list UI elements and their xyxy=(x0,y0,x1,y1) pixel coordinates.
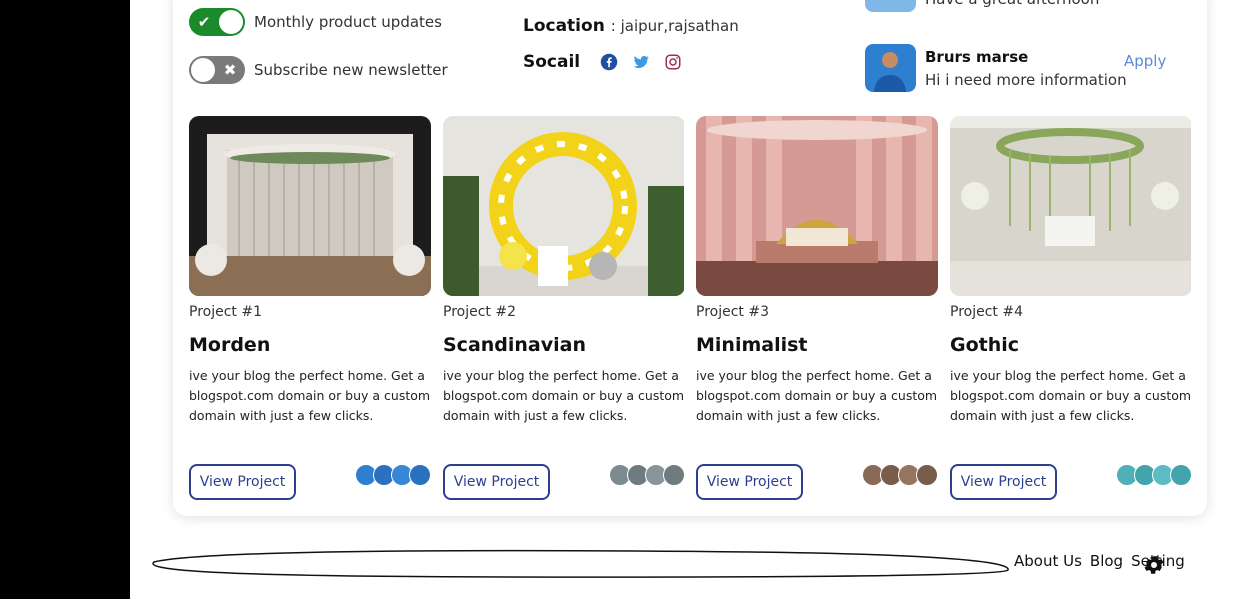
toggle-label: Subscribe new newsletter xyxy=(254,61,448,79)
footer-decoration xyxy=(152,549,1009,578)
project-image xyxy=(696,116,938,296)
project-number: Project #3 xyxy=(696,304,769,320)
conversation-name: Brurs marse xyxy=(925,48,1029,66)
project-image xyxy=(189,116,431,296)
project-description: ive your blog the perfect home. Get a bl… xyxy=(189,368,431,423)
toggle-switch-on[interactable]: ✔ xyxy=(189,8,245,36)
toggle-switch-off[interactable]: ✖ xyxy=(189,56,245,84)
project-description: ive your blog the perfect home. Get a bl… xyxy=(696,368,938,423)
conversation-message: Hi i need more information xyxy=(925,71,1127,89)
conversation-message-partial: Have a great afternoon xyxy=(925,0,1099,8)
project-card: Project #4 Gothic ive your blog the perf… xyxy=(950,116,1192,500)
location-row: Location : jaipur,rajsathan xyxy=(523,16,739,36)
project-image xyxy=(443,116,685,296)
project-number: Project #4 xyxy=(950,304,1023,320)
toggle-monthly-updates[interactable]: ✔ Monthly product updates xyxy=(189,8,442,36)
project-number: Project #1 xyxy=(189,304,262,320)
facebook-icon[interactable] xyxy=(600,53,618,71)
footer-link-blog[interactable]: Blog xyxy=(1090,552,1123,570)
instagram-icon[interactable] xyxy=(664,53,682,71)
apply-link[interactable]: Apply xyxy=(1124,52,1166,70)
view-project-button[interactable]: View Project xyxy=(189,464,296,500)
project-title: Scandinavian xyxy=(443,334,587,356)
project-description: ive your blog the perfect home. Get a bl… xyxy=(443,368,685,423)
location-value: : jaipur,rajsathan xyxy=(610,17,739,35)
view-project-button[interactable]: View Project xyxy=(696,464,803,500)
check-icon: ✔ xyxy=(197,13,211,31)
project-title: Morden xyxy=(189,334,271,356)
avatar xyxy=(409,464,431,486)
project-card: Project #2 Scandinavian ive your blog th… xyxy=(443,116,685,500)
team-avatars xyxy=(609,464,685,486)
project-title: Gothic xyxy=(950,334,1020,356)
left-sidebar xyxy=(0,0,130,599)
footer-link-about[interactable]: About Us xyxy=(1014,552,1082,570)
toggle-label: Monthly product updates xyxy=(254,13,442,31)
team-avatars xyxy=(1116,464,1192,486)
project-image xyxy=(950,116,1192,296)
avatar xyxy=(1170,464,1192,486)
social-row: Socail xyxy=(523,52,682,72)
avatar xyxy=(916,464,938,486)
avatar xyxy=(865,44,916,92)
project-card: Project #1 Morden ive your blog the perf… xyxy=(189,116,431,500)
toggle-newsletter[interactable]: ✖ Subscribe new newsletter xyxy=(189,56,448,84)
twitter-icon[interactable] xyxy=(632,53,650,71)
social-label: Socail xyxy=(523,52,581,72)
team-avatars xyxy=(355,464,431,486)
view-project-button[interactable]: View Project xyxy=(950,464,1057,500)
gear-icon[interactable] xyxy=(1142,553,1166,577)
project-card: Project #3 Minimalist ive your blog the … xyxy=(696,116,938,500)
project-title: Minimalist xyxy=(696,334,808,356)
view-project-button[interactable]: View Project xyxy=(443,464,550,500)
project-description: ive your blog the perfect home. Get a bl… xyxy=(950,368,1192,423)
close-icon: ✖ xyxy=(223,61,237,79)
avatar xyxy=(865,0,916,12)
avatar xyxy=(663,464,685,486)
project-number: Project #2 xyxy=(443,304,516,320)
team-avatars xyxy=(862,464,938,486)
location-label: Location xyxy=(523,16,605,36)
